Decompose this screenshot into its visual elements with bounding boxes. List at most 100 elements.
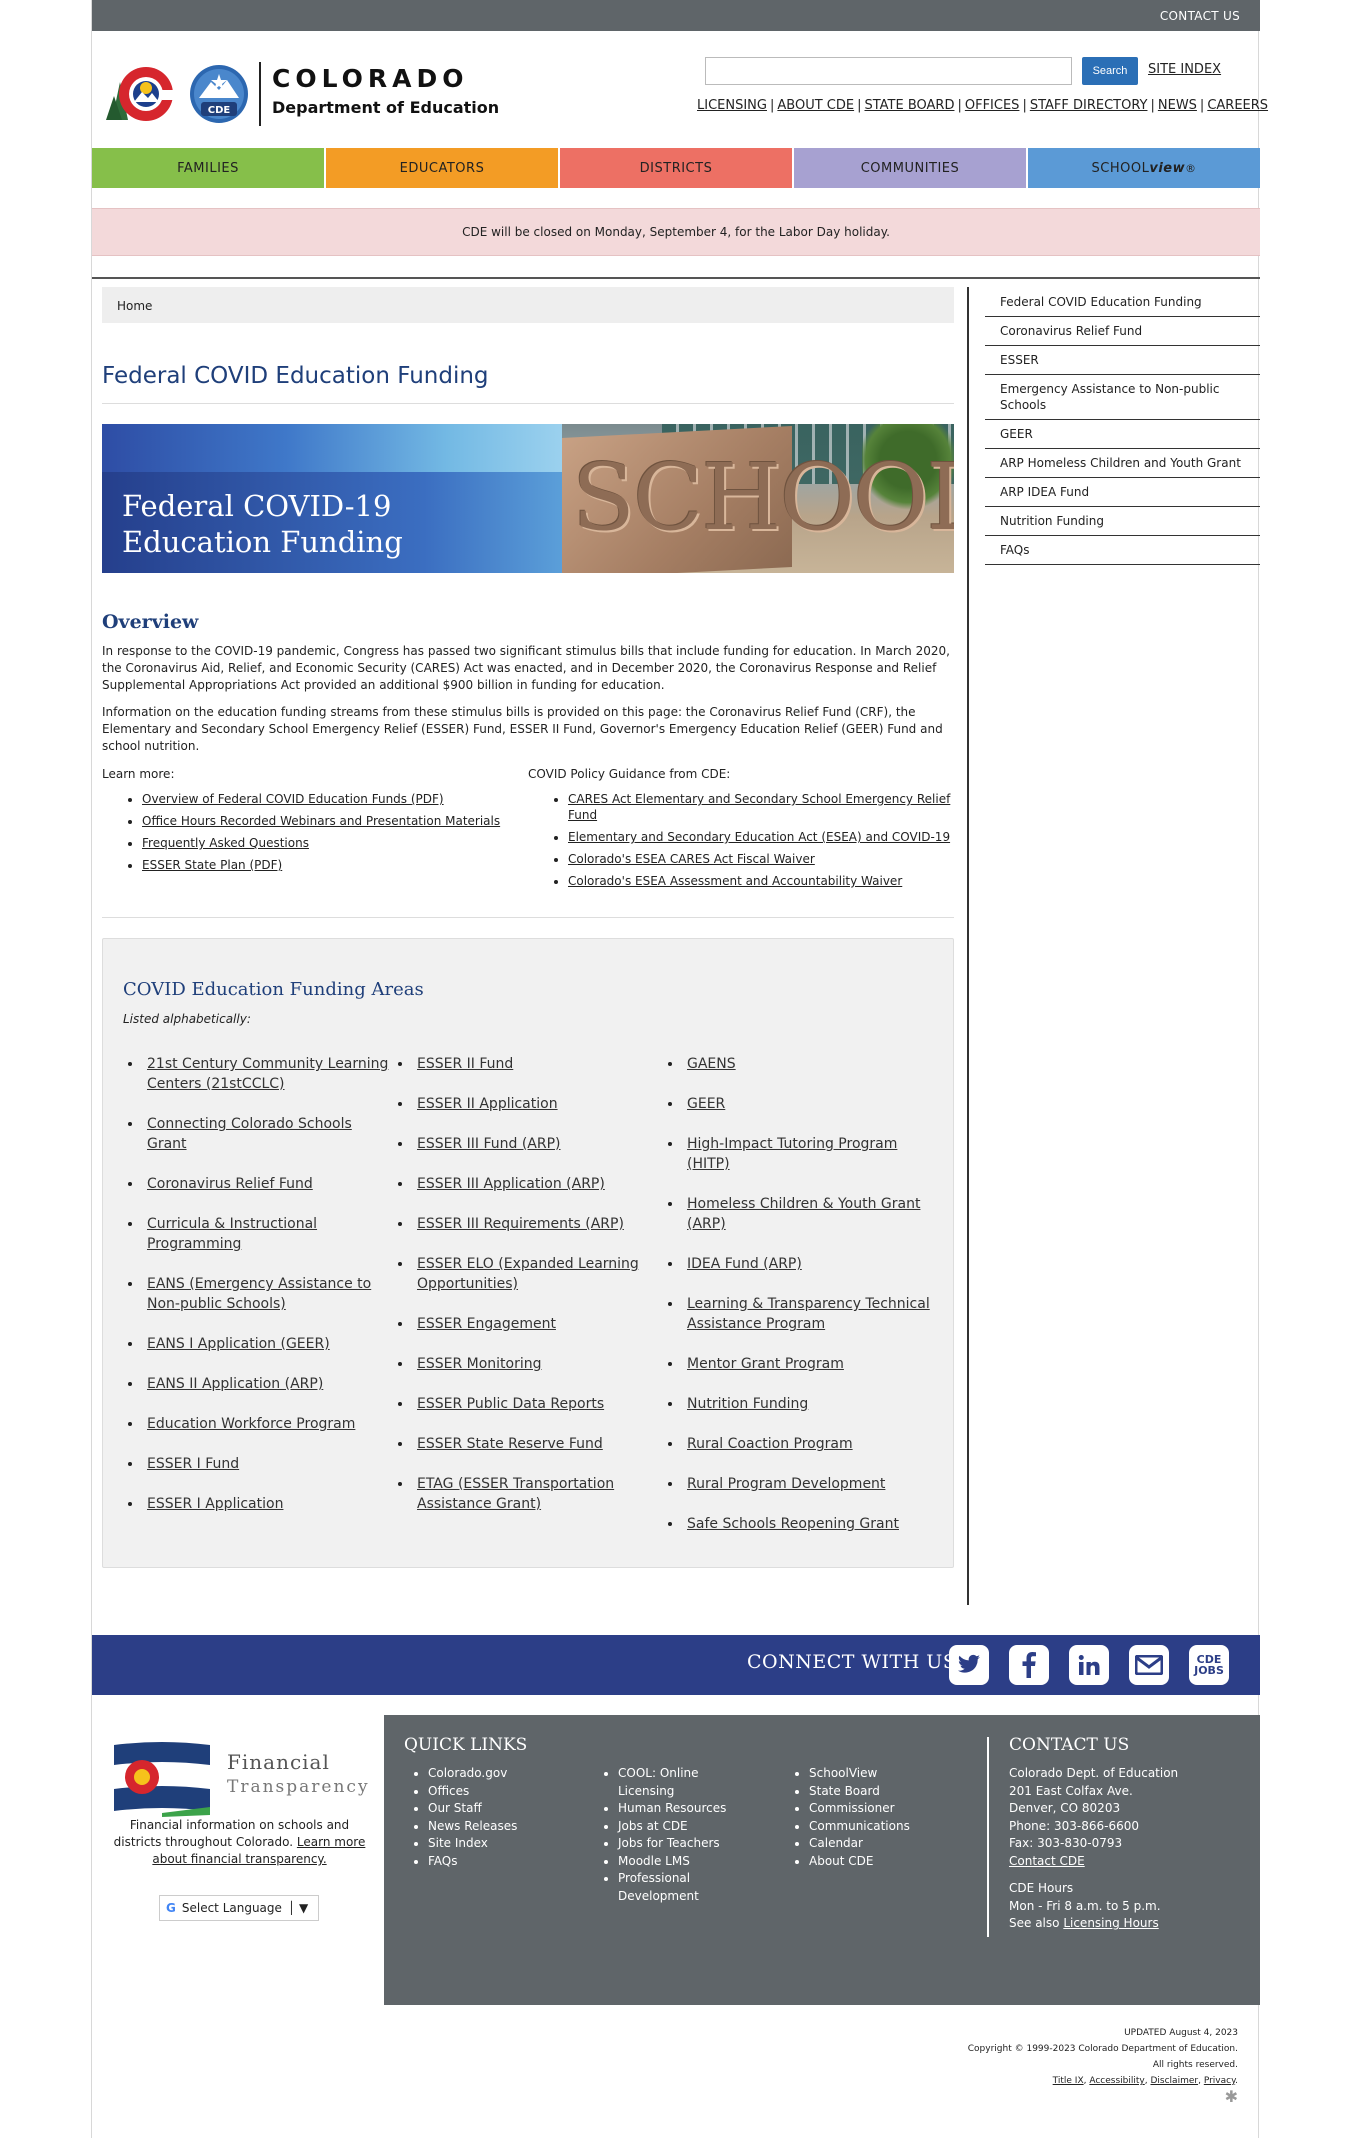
funding-link[interactable]: ESSER State Reserve Fund (417, 1436, 603, 1452)
linkedin-icon[interactable] (1069, 1645, 1109, 1685)
funding-link[interactable]: Safe Schools Reopening Grant (687, 1516, 899, 1532)
sidebar-item-federal-covid[interactable]: Federal COVID Education Funding (985, 288, 1260, 317)
funding-link[interactable]: ESSER III Application (ARP) (417, 1176, 605, 1192)
funding-link[interactable]: Rural Program Development (687, 1476, 885, 1492)
funding-link[interactable]: ESSER I Fund (147, 1456, 239, 1472)
sidebar-item-esser[interactable]: ESSER (985, 346, 1260, 375)
facebook-icon[interactable] (1009, 1645, 1049, 1685)
funding-link[interactable]: ESSER I Application (147, 1496, 283, 1512)
list-item[interactable]: News Releases (428, 1818, 527, 1836)
funding-link[interactable]: ESSER Public Data Reports (417, 1396, 604, 1412)
learn-link[interactable]: Overview of Federal COVID Education Fund… (142, 792, 444, 806)
sidebar-item-faqs[interactable]: FAQs (985, 536, 1260, 565)
cde-logo[interactable]: CDE COLORADO Department of Education (102, 60, 502, 130)
list-item[interactable]: Calendar (809, 1835, 910, 1853)
state-board-link[interactable]: STATE BOARD (864, 98, 954, 113)
privacy-link[interactable]: Privacy (1204, 2076, 1235, 2086)
funding-link[interactable]: ESSER II Fund (417, 1056, 513, 1072)
list-item: Connecting Colorado Schools Grant (143, 1114, 393, 1154)
sidebar-item-geer[interactable]: GEER (985, 420, 1260, 449)
careers-link[interactable]: CAREERS (1207, 98, 1268, 113)
list-item[interactable]: SchoolView (809, 1765, 910, 1783)
learn-link[interactable]: ESSER State Plan (PDF) (142, 858, 282, 872)
about-cde-link[interactable]: ABOUT CDE (777, 98, 854, 113)
language-select[interactable]: G Select Language │ ▼ (159, 1895, 319, 1921)
funding-link[interactable]: ESSER ELO (Expanded Learning Opportuniti… (417, 1256, 639, 1292)
twitter-icon[interactable] (949, 1645, 989, 1685)
learn-link[interactable]: Frequently Asked Questions (142, 836, 309, 850)
title-ix-link[interactable]: Title IX (1053, 2076, 1084, 2086)
policy-link[interactable]: Colorado's ESEA CARES Act Fiscal Waiver (568, 852, 815, 866)
funding-link[interactable]: EANS (Emergency Assistance to Non-public… (147, 1276, 371, 1312)
licensing-link[interactable]: LICENSING (697, 98, 767, 113)
funding-link[interactable]: ETAG (ESSER Transportation Assistance Gr… (417, 1476, 614, 1512)
list-item[interactable]: Site Index (428, 1835, 527, 1853)
sidebar-item-crf[interactable]: Coronavirus Relief Fund (985, 317, 1260, 346)
funding-link[interactable]: IDEA Fund (ARP) (687, 1256, 802, 1272)
funding-link[interactable]: ESSER Monitoring (417, 1356, 542, 1372)
list-item[interactable]: Commissioner (809, 1800, 910, 1818)
offices-link[interactable]: OFFICES (965, 98, 1020, 113)
list-item[interactable]: Communications (809, 1818, 910, 1836)
search-button[interactable]: Search (1082, 57, 1138, 85)
funding-link[interactable]: Coronavirus Relief Fund (147, 1176, 313, 1192)
funding-link[interactable]: Education Workforce Program (147, 1416, 355, 1432)
funding-link[interactable]: 21st Century Community Learning Centers … (147, 1056, 388, 1092)
nav-districts[interactable]: DISTRICTS (560, 148, 792, 188)
list-item[interactable]: About CDE (809, 1853, 910, 1871)
nav-families[interactable]: FAMILIES (92, 148, 324, 188)
funding-link[interactable]: High-Impact Tutoring Program (HITP) (687, 1136, 897, 1172)
funding-link[interactable]: EANS II Application (ARP) (147, 1376, 323, 1392)
funding-link[interactable]: ESSER II Application (417, 1096, 558, 1112)
funding-link[interactable]: EANS I Application (GEER) (147, 1336, 330, 1352)
site-index-link[interactable]: SITE INDEX (1148, 62, 1221, 77)
breadcrumb-home[interactable]: Home (117, 299, 152, 313)
nav-educators[interactable]: EDUCATORS (326, 148, 558, 188)
funding-link[interactable]: Learning & Transparency Technical Assist… (687, 1296, 930, 1332)
funding-link[interactable]: ESSER Engagement (417, 1316, 556, 1332)
funding-link[interactable]: GAENS (687, 1056, 736, 1072)
nav-schoolview[interactable]: SCHOOL view ® (1028, 148, 1260, 188)
list-item[interactable]: COOL: Online Licensing (618, 1765, 754, 1800)
funding-link[interactable]: Connecting Colorado Schools Grant (147, 1116, 352, 1152)
funding-link[interactable]: Rural Coaction Program (687, 1436, 853, 1452)
list-item[interactable]: Human Resources (618, 1800, 754, 1818)
list-item[interactable]: FAQs (428, 1853, 527, 1871)
funding-link[interactable]: Curricula & Instructional Programming (147, 1216, 317, 1252)
policy-link[interactable]: CARES Act Elementary and Secondary Schoo… (568, 792, 950, 822)
nav-communities[interactable]: COMMUNITIES (794, 148, 1026, 188)
licensing-hours-link[interactable]: Licensing Hours (1063, 1916, 1158, 1930)
accessibility-link[interactable]: Accessibility (1089, 2076, 1144, 2086)
search-input[interactable] (705, 57, 1072, 85)
sidebar-item-arp-idea[interactable]: ARP IDEA Fund (985, 478, 1260, 507)
list-item[interactable]: Our Staff (428, 1800, 527, 1818)
policy-link[interactable]: Colorado's ESEA Assessment and Accountab… (568, 874, 902, 888)
learn-link[interactable]: Office Hours Recorded Webinars and Prese… (142, 814, 500, 828)
news-link[interactable]: NEWS (1158, 98, 1197, 113)
list-item[interactable]: Offices (428, 1783, 527, 1801)
funding-link[interactable]: Homeless Children & Youth Grant (ARP) (687, 1196, 920, 1232)
list-item[interactable]: Jobs at CDE (618, 1818, 754, 1836)
sidebar-item-arp-homeless[interactable]: ARP Homeless Children and Youth Grant (985, 449, 1260, 478)
email-icon[interactable] (1129, 1645, 1169, 1685)
funding-link[interactable]: ESSER III Requirements (ARP) (417, 1216, 624, 1232)
sidebar-item-nutrition[interactable]: Nutrition Funding (985, 507, 1260, 536)
funding-link[interactable]: Nutrition Funding (687, 1396, 808, 1412)
list-item[interactable]: Colorado.gov (428, 1765, 527, 1783)
policy-link[interactable]: Elementary and Secondary Education Act (… (568, 830, 950, 844)
list-item[interactable]: Professional Development (618, 1870, 754, 1905)
list-item[interactable]: Moodle LMS (618, 1853, 754, 1871)
section-sidebar-nav: Federal COVID Education Funding Coronavi… (985, 288, 1260, 565)
disclaimer-link[interactable]: Disclaimer (1150, 2076, 1198, 2086)
cde-jobs-icon[interactable]: CDE JOBS (1189, 1645, 1229, 1685)
list-item[interactable]: State Board (809, 1783, 910, 1801)
financial-transparency-logo-icon[interactable] (112, 1737, 212, 1817)
list-item[interactable]: Jobs for Teachers (618, 1835, 754, 1853)
funding-link[interactable]: ESSER III Fund (ARP) (417, 1136, 561, 1152)
staff-directory-link[interactable]: STAFF DIRECTORY (1030, 98, 1148, 113)
contact-cde-link[interactable]: Contact CDE (1009, 1854, 1085, 1868)
sidebar-item-eans[interactable]: Emergency Assistance to Non-public Schoo… (985, 375, 1260, 420)
contact-us-link[interactable]: CONTACT US (1160, 9, 1240, 23)
funding-link[interactable]: Mentor Grant Program (687, 1356, 844, 1372)
funding-link[interactable]: GEER (687, 1096, 725, 1112)
